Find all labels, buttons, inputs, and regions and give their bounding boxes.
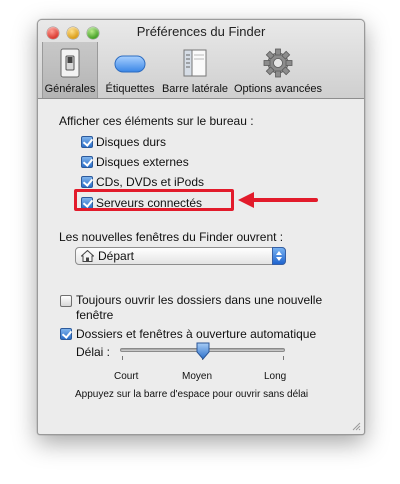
tab-generales[interactable]: Générales (42, 42, 98, 98)
checkbox-cds-dvds-ipods-label[interactable]: CDs, DVDs et iPods (96, 175, 204, 189)
popup-arrows-icon (272, 247, 286, 265)
checkbox-open-new-window[interactable] (60, 295, 72, 307)
tab-etiquettes-label: Étiquettes (105, 83, 155, 95)
new-window-popup[interactable]: Départ (75, 247, 286, 265)
checkbox-disques-externes[interactable] (81, 156, 93, 168)
delay-label: Délai : (76, 345, 111, 359)
checkbox-disques-durs-label[interactable]: Disques durs (96, 135, 166, 149)
slider-label-court: Court (114, 371, 139, 382)
tab-generales-label: Générales (44, 83, 96, 95)
slider-tick (283, 356, 284, 360)
sidebar-icon (183, 49, 207, 77)
checkbox-open-new-window-label-cont[interactable]: fenêtre (76, 308, 113, 322)
tab-barre-laterale-label: Barre latérale (161, 83, 229, 95)
title-bar: Préférences du Finder Générales Étiquett… (38, 20, 364, 99)
tab-options-avancees[interactable]: Options avancées (234, 42, 322, 98)
window-title: Préférences du Finder (136, 24, 266, 39)
slider-tick (122, 356, 123, 360)
tab-options-avancees-label: Options avancées (234, 83, 323, 95)
checkbox-open-new-window-label[interactable]: Toujours ouvrir les dossiers dans une no… (76, 293, 322, 307)
checkbox-disques-externes-label[interactable]: Disques externes (96, 155, 189, 169)
tab-etiquettes[interactable]: Étiquettes (102, 42, 158, 98)
light-switch-icon (60, 48, 80, 78)
home-icon (81, 250, 94, 262)
slider-label-moyen: Moyen (182, 371, 213, 382)
annotation-arrow-icon (238, 192, 318, 208)
spacebar-note: Appuyez sur la barre d'espace pour ouvri… (75, 389, 309, 400)
checkbox-spring-loaded-label[interactable]: Dossiers et fenêtres à ouverture automat… (76, 327, 316, 341)
desktop-items-heading: Afficher ces éléments sur le bureau : (59, 114, 254, 128)
annotation-highlight-box (74, 189, 234, 211)
checkbox-disques-durs[interactable] (81, 136, 93, 148)
label-pill-icon (114, 55, 146, 73)
checkbox-cds-dvds-ipods[interactable] (81, 176, 93, 188)
checkbox-spring-loaded[interactable] (60, 328, 72, 340)
new-window-label: Les nouvelles fenêtres du Finder ouvrent… (59, 230, 284, 244)
finder-preferences-window: Préférences du Finder Générales Étiquett… (37, 19, 365, 435)
resize-grip-icon[interactable] (351, 421, 361, 431)
slider-label-long: Long (264, 371, 287, 382)
new-window-popup-value: Départ (98, 249, 135, 263)
tab-barre-laterale[interactable]: Barre latérale (160, 42, 230, 98)
delay-slider-thumb[interactable] (195, 342, 211, 360)
gear-icon (263, 48, 293, 78)
